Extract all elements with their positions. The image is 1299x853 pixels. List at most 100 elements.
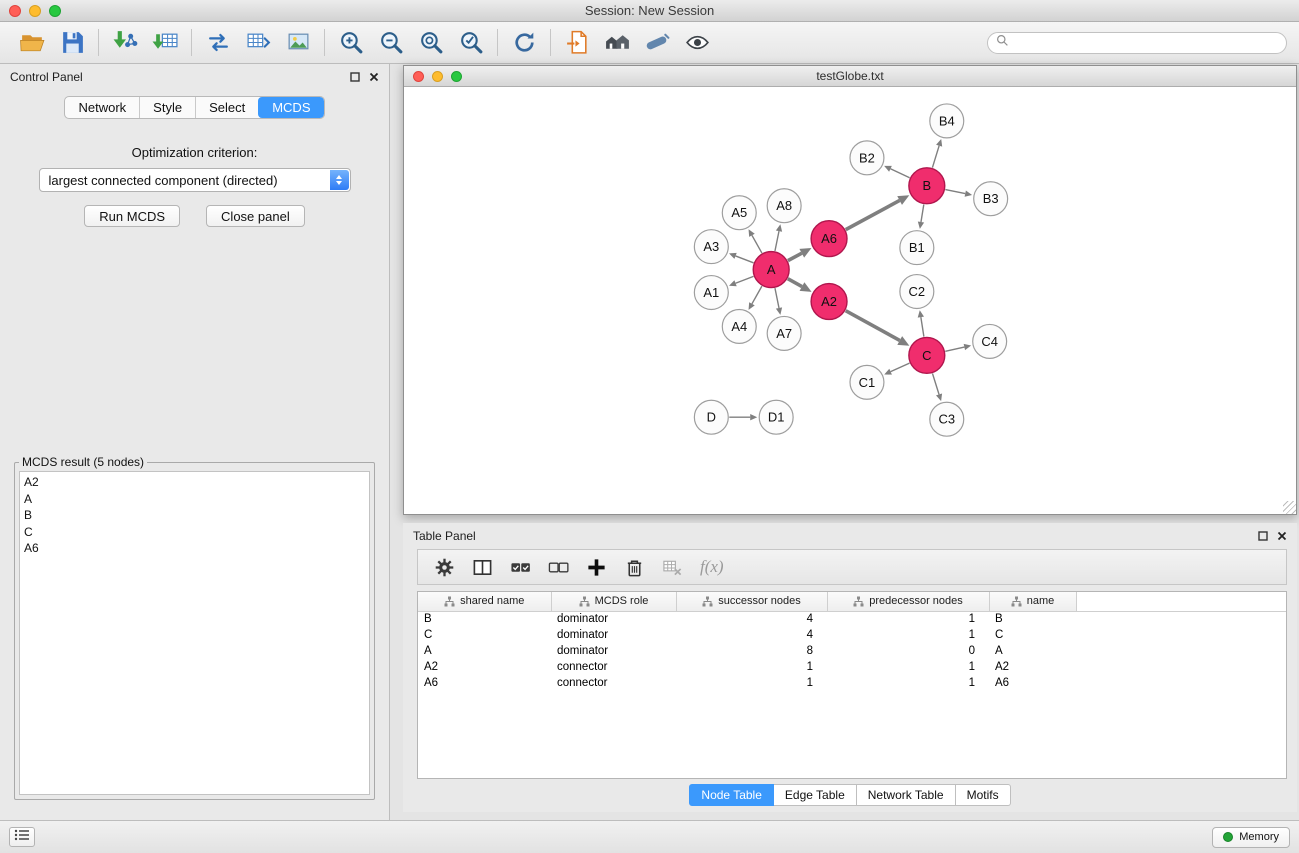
search-input[interactable]	[1014, 36, 1278, 50]
delete-row-button[interactable]	[624, 557, 645, 578]
cell-name[interactable]: A2	[989, 659, 1076, 675]
save-session-button[interactable]	[52, 26, 92, 60]
table-row[interactable]: A2connector11A2	[418, 659, 1286, 675]
tab-edge-table[interactable]: Edge Table	[774, 784, 857, 806]
cell-successor-nodes[interactable]: 4	[676, 627, 827, 643]
import-table-button[interactable]	[145, 26, 185, 60]
node-A6[interactable]: A6	[811, 221, 847, 257]
cell-successor-nodes[interactable]: 1	[676, 675, 827, 691]
cell-mcds-role[interactable]: dominator	[551, 627, 676, 643]
add-row-button[interactable]	[586, 557, 607, 578]
node-B3[interactable]: B3	[974, 182, 1008, 216]
cell-successor-nodes[interactable]: 4	[676, 611, 827, 627]
column-layout-button[interactable]	[472, 557, 493, 578]
cell-predecessor-nodes[interactable]: 0	[827, 643, 989, 659]
node-C[interactable]: C	[909, 337, 945, 373]
table-row[interactable]: A6connector11A6	[418, 675, 1286, 691]
edge-A-A7[interactable]	[775, 288, 779, 308]
edge-A-A3[interactable]	[736, 256, 754, 263]
cell-name[interactable]: A6	[989, 675, 1076, 691]
table-row[interactable]: Adominator80A	[418, 643, 1286, 659]
import-network-button[interactable]	[105, 26, 145, 60]
float-panel-button[interactable]	[350, 72, 360, 82]
network-minimize-button[interactable]	[432, 71, 443, 82]
cell-name[interactable]: A	[989, 643, 1076, 659]
edge-A-A4[interactable]	[752, 286, 762, 304]
edge-A-A2[interactable]	[788, 279, 802, 287]
close-panel-button[interactable]	[369, 72, 379, 82]
edge-A-A1[interactable]	[736, 276, 754, 283]
select-all-button[interactable]	[510, 557, 531, 578]
mcds-result-item[interactable]: A6	[24, 540, 365, 557]
cell-successor-nodes[interactable]: 1	[676, 659, 827, 675]
network-canvas[interactable]: AA6A2BCA1A3A4A5A7A8B1B2B3B4C1C2C3C4DD1	[404, 87, 1296, 514]
node-C2[interactable]: C2	[900, 275, 934, 309]
column-header-mcds-role[interactable]: MCDS role	[551, 592, 676, 611]
zoom-in-button[interactable]	[331, 26, 371, 60]
close-window-button[interactable]	[9, 5, 21, 17]
tab-mcds[interactable]: MCDS	[258, 97, 323, 118]
cell-mcds-role[interactable]: dominator	[551, 611, 676, 627]
mcds-result-item[interactable]: A	[24, 491, 365, 508]
cell-mcds-role[interactable]: dominator	[551, 643, 676, 659]
column-header-successor-nodes[interactable]: successor nodes	[676, 592, 827, 611]
zoom-selected-button[interactable]	[451, 26, 491, 60]
cell-predecessor-nodes[interactable]: 1	[827, 675, 989, 691]
refresh-button[interactable]	[504, 26, 544, 60]
edge-B-B3[interactable]	[945, 190, 965, 194]
column-header-predecessor-nodes[interactable]: predecessor nodes	[827, 592, 989, 611]
edge-B-B2[interactable]	[890, 169, 909, 178]
export-table-button[interactable]	[238, 26, 278, 60]
mcds-result-item[interactable]: C	[24, 524, 365, 541]
column-header-name[interactable]: name	[989, 592, 1076, 611]
edge-A2-C[interactable]	[846, 311, 900, 341]
tab-select[interactable]: Select	[195, 97, 258, 118]
edge-C-C3[interactable]	[932, 373, 939, 394]
float-table-panel-button[interactable]	[1258, 531, 1268, 541]
cell-predecessor-nodes[interactable]: 1	[827, 659, 989, 675]
cell-shared-name[interactable]: A2	[418, 659, 551, 675]
edge-A-A5[interactable]	[752, 235, 762, 253]
column-header-shared-name[interactable]: shared name	[418, 592, 551, 611]
node-A[interactable]: A	[753, 252, 789, 288]
node-D[interactable]: D	[694, 400, 728, 434]
tab-style[interactable]: Style	[139, 97, 195, 118]
minimize-window-button[interactable]	[29, 5, 41, 17]
node-B1[interactable]: B1	[900, 231, 934, 265]
deselect-all-button[interactable]	[548, 557, 569, 578]
open-file-button[interactable]	[12, 26, 52, 60]
node-A1[interactable]: A1	[694, 276, 728, 310]
settings-button[interactable]	[434, 557, 455, 578]
edge-A-A6[interactable]	[788, 253, 802, 260]
task-history-button[interactable]	[9, 827, 35, 847]
node-A2[interactable]: A2	[811, 284, 847, 320]
export-image-button[interactable]	[278, 26, 318, 60]
table-row[interactable]: Cdominator41C	[418, 627, 1286, 643]
close-table-panel-button[interactable]	[1277, 531, 1287, 541]
zoom-fit-button[interactable]	[411, 26, 451, 60]
mcds-result-item[interactable]: B	[24, 507, 365, 524]
tab-node-table[interactable]: Node Table	[689, 784, 774, 806]
node-C4[interactable]: C4	[973, 324, 1007, 358]
cell-predecessor-nodes[interactable]: 1	[827, 627, 989, 643]
annotations-button[interactable]	[637, 26, 677, 60]
zoom-out-button[interactable]	[371, 26, 411, 60]
tab-network-table[interactable]: Network Table	[857, 784, 956, 806]
cell-shared-name[interactable]: C	[418, 627, 551, 643]
table-row[interactable]: Bdominator41B	[418, 611, 1286, 627]
node-B2[interactable]: B2	[850, 141, 884, 175]
node-A7[interactable]: A7	[767, 316, 801, 350]
edge-C-C4[interactable]	[945, 347, 964, 351]
network-zoom-button[interactable]	[451, 71, 462, 82]
cell-name[interactable]: B	[989, 611, 1076, 627]
cell-mcds-role[interactable]: connector	[551, 659, 676, 675]
cell-shared-name[interactable]: B	[418, 611, 551, 627]
home-button[interactable]	[597, 26, 637, 60]
node-C1[interactable]: C1	[850, 365, 884, 399]
node-A8[interactable]: A8	[767, 189, 801, 223]
resize-handle[interactable]	[1283, 501, 1296, 514]
node-A3[interactable]: A3	[694, 230, 728, 264]
cell-predecessor-nodes[interactable]: 1	[827, 611, 989, 627]
node-D1[interactable]: D1	[759, 400, 793, 434]
cell-mcds-role[interactable]: connector	[551, 675, 676, 691]
